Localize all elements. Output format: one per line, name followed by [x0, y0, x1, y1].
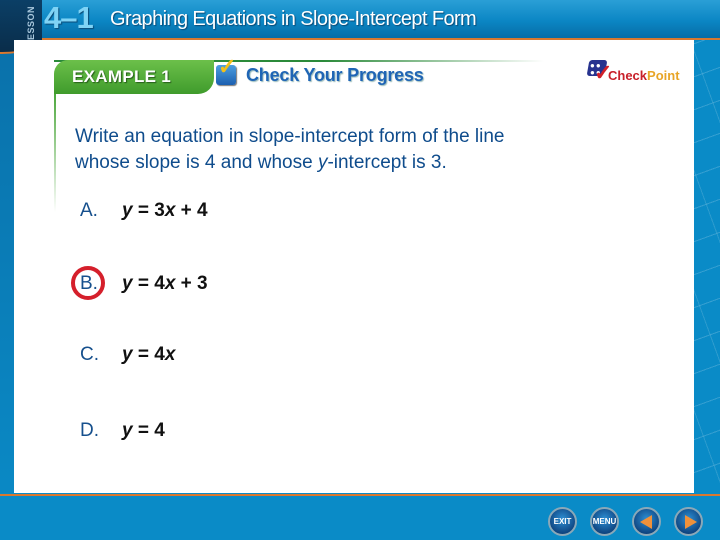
left-border	[0, 0, 14, 540]
answer-letter: A.	[80, 200, 98, 221]
next-button[interactable]	[674, 507, 703, 536]
checkpoint-logo: ●● ●● ✓ CheckPoint	[586, 60, 688, 88]
logo-check-text: Check	[608, 68, 648, 83]
answer-choice-b[interactable]: B. y = 4x + 3	[80, 271, 208, 297]
answer-choice-a[interactable]: A. y = 3x + 4	[80, 198, 208, 224]
answer-expression: y = 4	[122, 420, 165, 441]
page-title: Graphing Equations in Slope-Intercept Fo…	[110, 8, 477, 30]
answer-expression: y = 4x	[122, 344, 176, 365]
answer-letter: D.	[80, 420, 99, 441]
checkpoint-logo-text: CheckPoint	[608, 68, 680, 83]
check-your-progress-title: Check Your Progress	[246, 65, 424, 85]
menu-button[interactable]: MENU	[590, 507, 619, 536]
question-line-2-post: -intercept is 3.	[327, 152, 447, 173]
checkmark-icon: ✓	[218, 54, 237, 79]
logo-point-text: Point	[647, 68, 680, 83]
triangle-right-icon	[685, 515, 697, 529]
question-line-1: Write an equation in slope-intercept for…	[75, 126, 505, 147]
footer-edge	[0, 494, 720, 496]
answer-expression: y = 4x + 3	[122, 273, 208, 294]
triangle-left-icon	[640, 515, 652, 529]
exit-button[interactable]: EXIT	[548, 507, 577, 536]
banner-side-line	[54, 92, 56, 212]
answer-choice-d[interactable]: D. y = 4	[80, 418, 165, 444]
example-tab: EXAMPLE 1	[54, 60, 214, 94]
lesson-number: 4–1	[44, 0, 94, 35]
answer-choice-c[interactable]: C. y = 4x	[80, 342, 175, 368]
answer-letter: B.	[80, 273, 98, 294]
question-var: y	[317, 152, 328, 173]
previous-button[interactable]	[632, 507, 661, 536]
question-text: Write an equation in slope-intercept for…	[75, 124, 695, 176]
question-line-2-pre: whose slope is 4 and whose	[75, 152, 318, 173]
answer-expression: y = 3x + 4	[122, 200, 208, 221]
answer-letter: C.	[80, 344, 99, 365]
